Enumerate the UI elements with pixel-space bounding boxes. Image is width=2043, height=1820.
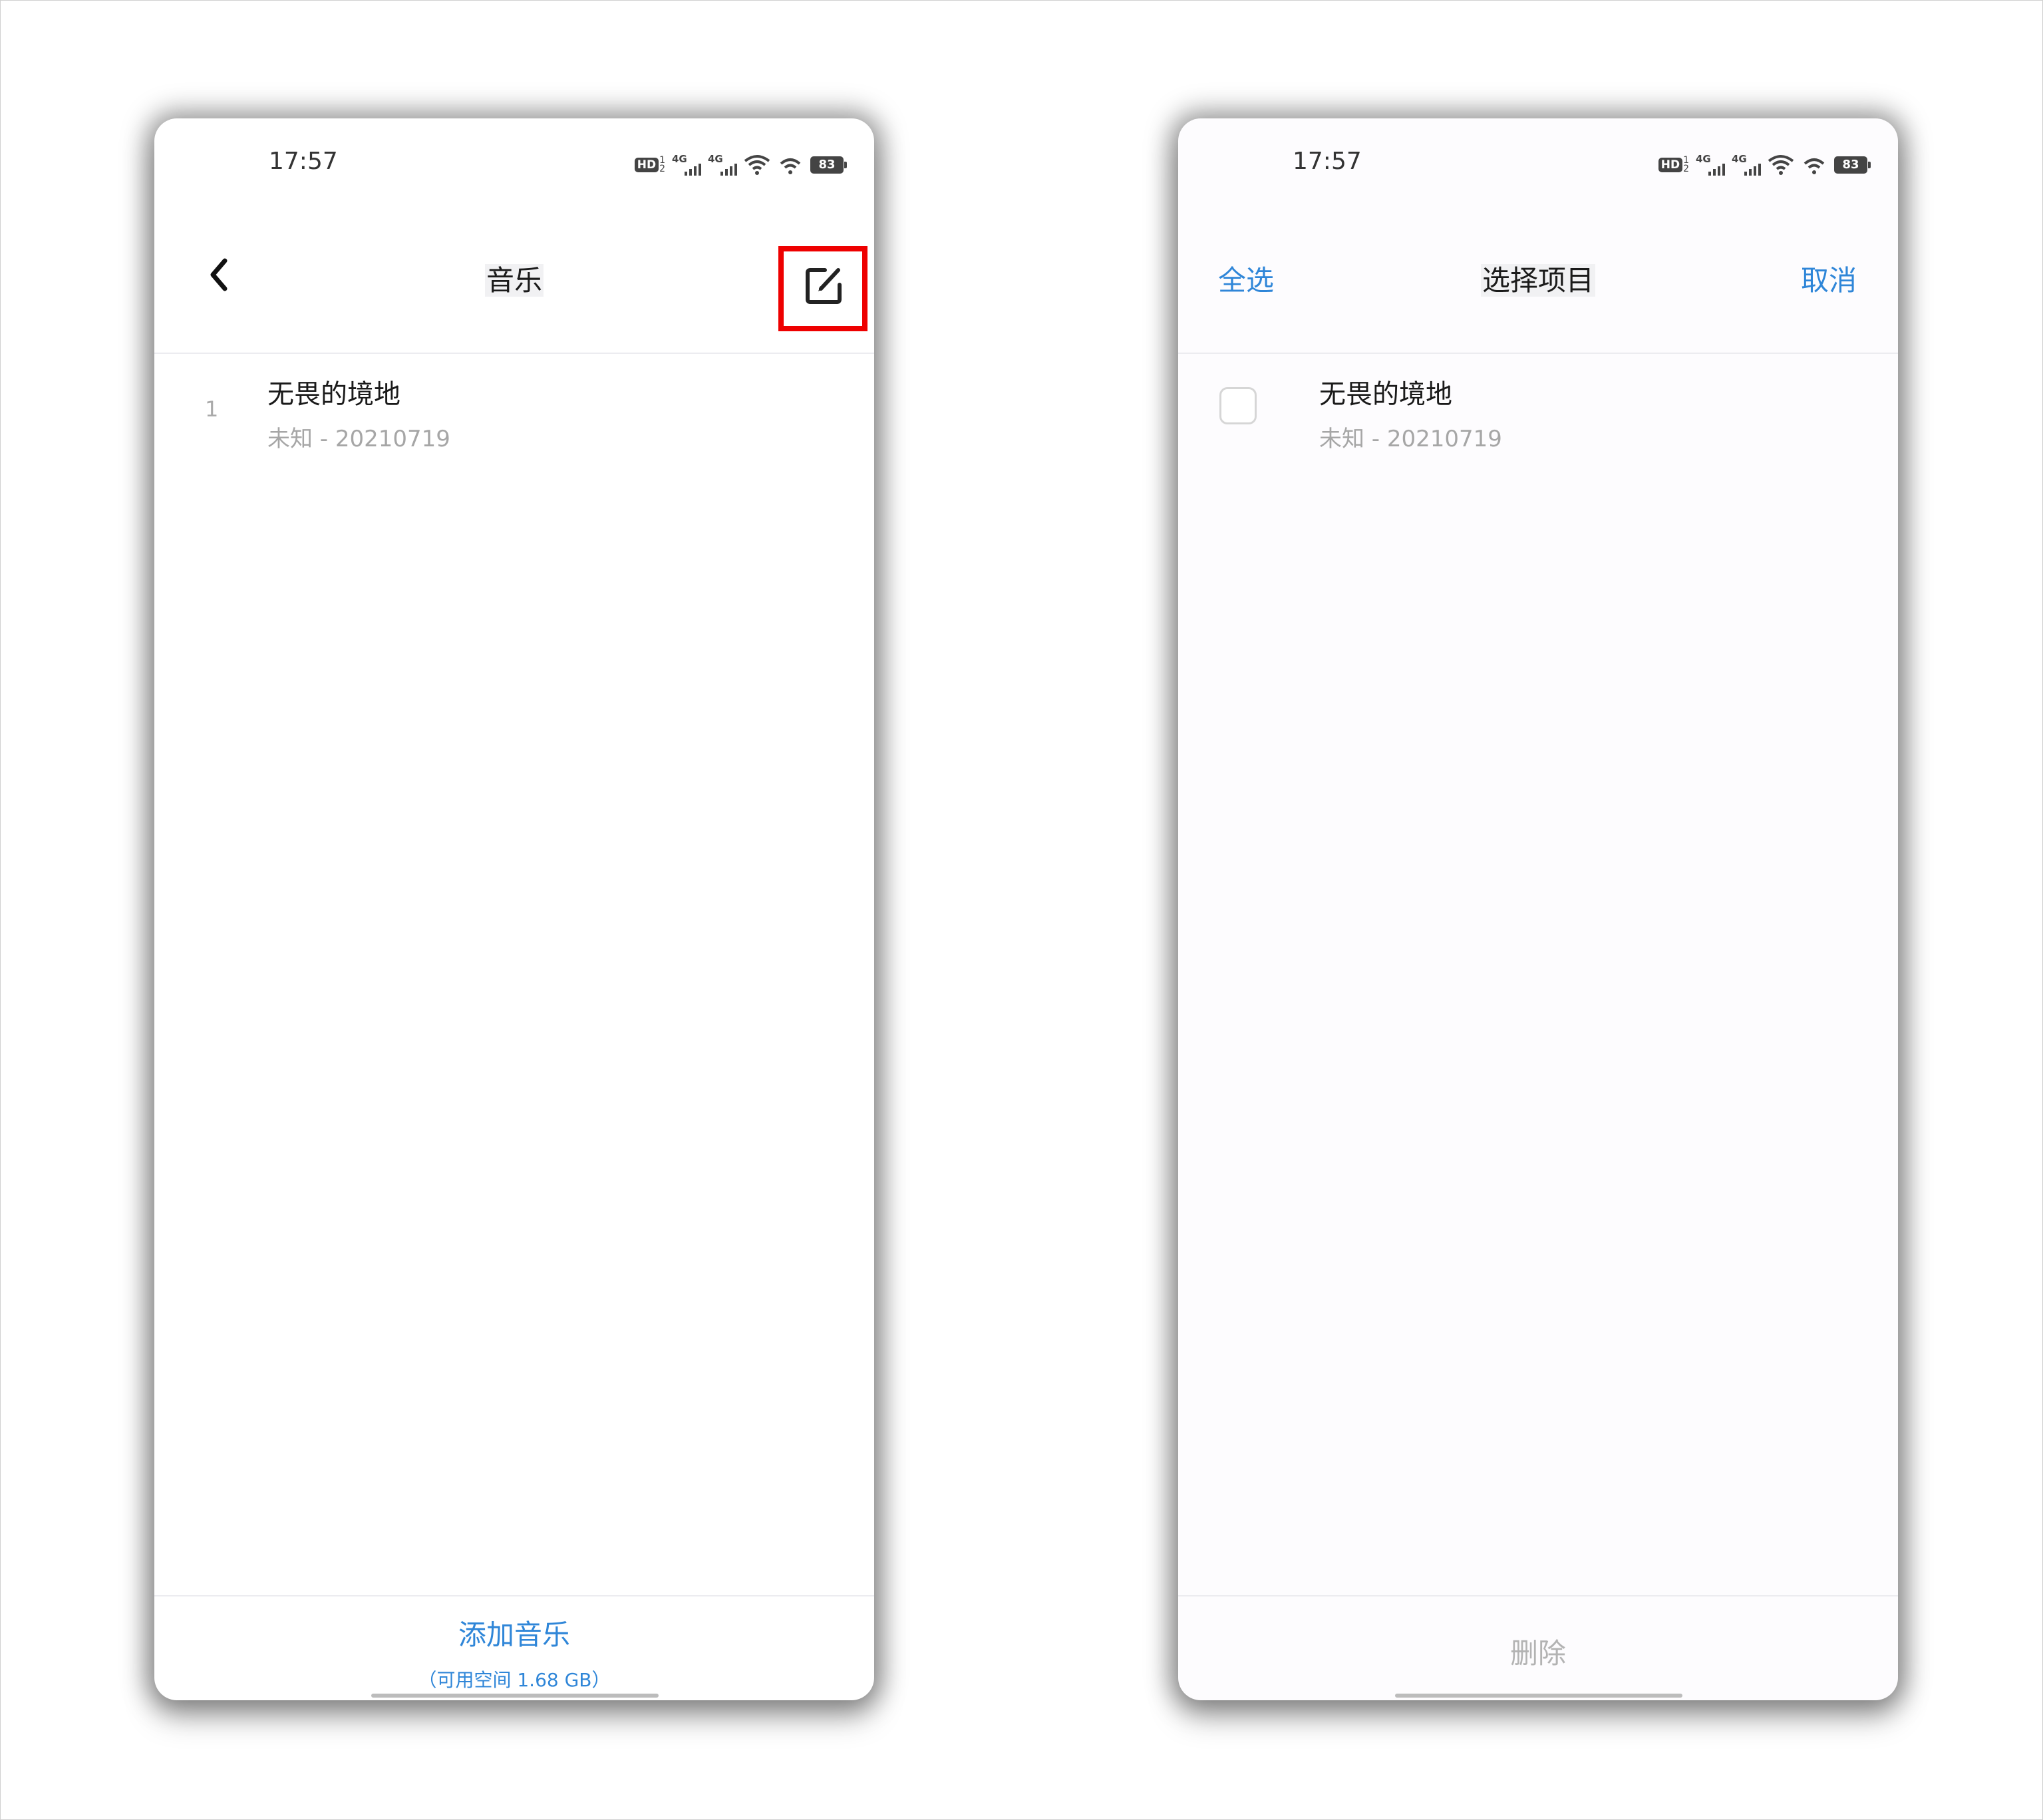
song-checkbox[interactable]: [1219, 387, 1257, 424]
song-subtitle: 未知 - 20210719: [267, 426, 450, 452]
status-bar: 17:57 HD 12 4G 4G 83: [154, 118, 874, 212]
song-subtitle: 未知 - 20210719: [1319, 426, 1502, 452]
nav-divider: [154, 353, 874, 354]
home-indicator[interactable]: [1395, 1694, 1682, 1698]
hd-icon: HD 12: [1658, 156, 1689, 174]
bottom-bar: 删除: [1178, 1595, 1898, 1700]
free-space-label: （可用空间 1.68 GB）: [418, 1669, 611, 1691]
delete-button[interactable]: 删除: [1178, 1631, 1898, 1672]
battery-icon: 83: [1834, 156, 1871, 174]
status-icons: HD 12 4G 4G 83: [634, 152, 847, 178]
cancel-button[interactable]: 取消: [1801, 258, 1857, 299]
status-bar: 17:57 HD 12 4G 4G 83: [1178, 118, 1898, 212]
bottom-bar: 添加音乐 （可用空间 1.68 GB）: [154, 1595, 874, 1700]
signal-4g-icon: 4G: [1696, 153, 1725, 177]
add-music-button[interactable]: 添加音乐: [154, 1612, 874, 1653]
page-title: 音乐: [484, 264, 544, 297]
nav-bar: 音乐: [154, 212, 874, 353]
nav-bar: 全选 选择项目 取消: [1178, 212, 1898, 353]
signal-4g-icon: 4G: [708, 153, 737, 177]
status-icons: HD 12 4G 4G 83: [1658, 152, 1871, 178]
song-title: 无畏的境地: [267, 379, 400, 410]
status-time: 17:57: [269, 148, 338, 175]
status-time: 17:57: [1293, 148, 1362, 175]
select-items-screen: 17:57 HD 12 4G 4G 83 全选 选择项目 取消 无畏的境地 未知…: [1178, 118, 1898, 1700]
battery-icon: 83: [810, 156, 847, 174]
signal-4g-icon: 4G: [672, 153, 701, 177]
hd-icon: HD 12: [634, 156, 665, 174]
page-title: 选择项目: [1480, 264, 1595, 297]
nav-divider: [1178, 353, 1898, 354]
signal-4g-icon: 4G: [1732, 153, 1761, 177]
list-item[interactable]: 无畏的境地 未知 - 20210719: [1178, 373, 1898, 466]
wifi-hotspot-icon: [780, 158, 801, 174]
edit-square-icon: [806, 268, 842, 304]
edit-button[interactable]: [778, 246, 867, 331]
song-index: 1: [205, 396, 219, 422]
wifi-hotspot-icon: [1804, 158, 1825, 174]
list-item[interactable]: 1 无畏的境地 未知 - 20210719: [154, 373, 874, 466]
song-title: 无畏的境地: [1319, 379, 1452, 410]
wifi-icon: [744, 155, 770, 175]
home-indicator[interactable]: [371, 1694, 659, 1698]
wifi-icon: [1768, 155, 1794, 175]
music-list-screen: 17:57 HD 12 4G 4G 83 音乐 1 无畏的境地 未知 - 202…: [154, 118, 874, 1700]
